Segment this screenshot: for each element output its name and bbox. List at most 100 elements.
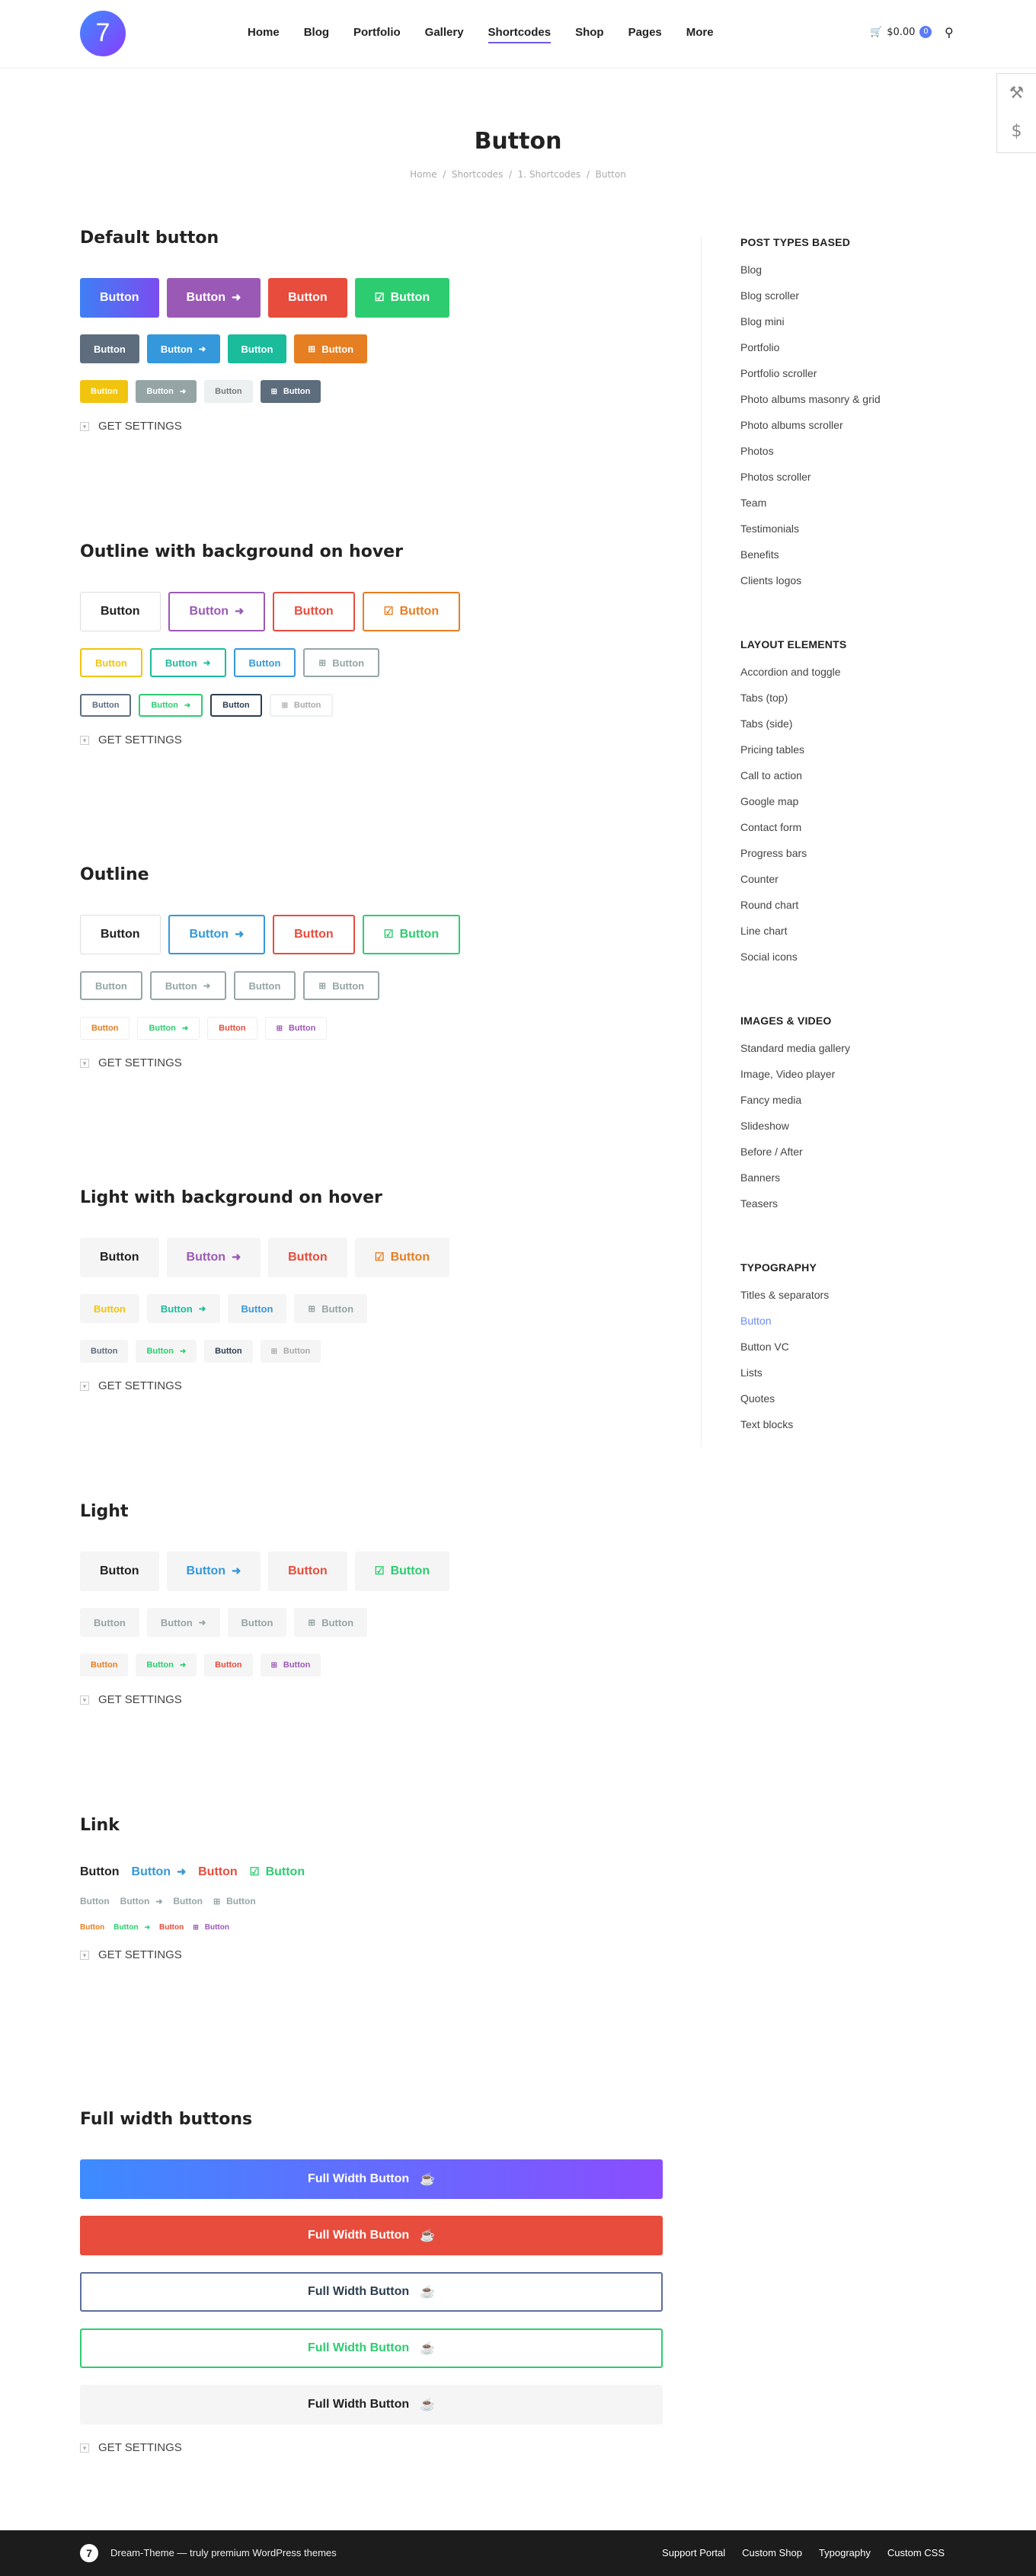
get-settings-toggle[interactable]: ▾ GET SETTINGS	[80, 1379, 667, 1392]
outline-button-medium-plain[interactable]: Button	[233, 971, 296, 1000]
sidebar-item[interactable]: Call to action	[740, 768, 969, 794]
default-button-small-light[interactable]: Button	[204, 380, 253, 403]
sidebar-item-active[interactable]: Button	[740, 1313, 969, 1339]
link-button[interactable]: Button	[80, 1865, 120, 1879]
sidebar-item[interactable]: Tabs (side)	[740, 716, 969, 742]
footer-link-support[interactable]: Support Portal	[662, 2547, 725, 2558]
sidebar-item[interactable]: Lists	[740, 1365, 969, 1391]
sidebar-item[interactable]: Fancy media	[740, 1092, 969, 1118]
link-button-medium-plus[interactable]: ⊞ Button	[213, 1896, 256, 1906]
sidebar-item[interactable]: Portfolio scroller	[740, 366, 969, 392]
outline-bg-button-arrow[interactable]: Button ➜	[168, 592, 266, 631]
light-bg-button-small-dark[interactable]: Button	[204, 1340, 253, 1363]
footer-link-custom-css[interactable]: Custom CSS	[887, 2547, 945, 2558]
link-button-arrow[interactable]: Button ➜	[132, 1865, 187, 1879]
sidebar-item[interactable]: Team	[740, 495, 969, 521]
outline-bg-button-small-arrow[interactable]: Button ➜	[139, 694, 203, 717]
outline-bg-button-small-plus[interactable]: ⊞ Button	[269, 694, 334, 717]
outline-button-small-arrow[interactable]: Button ➜	[137, 1017, 200, 1040]
outline-bg-button[interactable]: Button	[80, 592, 161, 631]
light-bg-button-small-plus[interactable]: ⊞ Button	[260, 1340, 321, 1363]
get-settings-toggle[interactable]: ▾ GET SETTINGS	[80, 1693, 667, 1706]
get-settings-toggle[interactable]: ▾ GET SETTINGS	[80, 733, 667, 746]
sidebar-item[interactable]: Line chart	[740, 923, 969, 949]
outline-button-small[interactable]: Button	[80, 1017, 130, 1040]
default-button-check[interactable]: ☑ Button	[354, 278, 450, 318]
sidebar-item[interactable]: Tabs (top)	[740, 690, 969, 716]
outline-button[interactable]: Button	[80, 915, 161, 954]
default-button[interactable]: Button	[80, 278, 159, 318]
light-bg-button-small[interactable]: Button	[80, 1340, 129, 1363]
light-bg-button-small-arrow[interactable]: Button ➜	[136, 1340, 197, 1363]
nav-item-blog[interactable]: Blog	[304, 26, 329, 43]
sidebar-item[interactable]: Pricing tables	[740, 742, 969, 768]
default-button-medium-arrow[interactable]: Button ➜	[146, 334, 220, 363]
sidebar-item[interactable]: Titles & separators	[740, 1287, 969, 1313]
sidebar-item[interactable]: Blog	[740, 262, 969, 288]
light-bg-button-medium-arrow[interactable]: Button ➜	[146, 1294, 220, 1323]
link-button-red[interactable]: Button	[198, 1865, 238, 1879]
light-bg-button-medium-plus[interactable]: ⊞ Button	[294, 1294, 368, 1323]
sidebar-item[interactable]: Photo albums masonry & grid	[740, 392, 969, 417]
nav-item-more[interactable]: More	[686, 26, 714, 43]
outline-button-small-plus[interactable]: ⊞ Button	[264, 1017, 328, 1040]
sidebar-item[interactable]: Before / After	[740, 1144, 969, 1170]
outline-bg-button-medium-plus[interactable]: ⊞ Button	[303, 648, 380, 677]
outline-button-medium-plus[interactable]: ⊞ Button	[303, 971, 380, 1000]
outline-bg-button-medium-arrow[interactable]: Button ➜	[149, 648, 226, 677]
get-settings-toggle[interactable]: ▾ GET SETTINGS	[80, 1056, 667, 1069]
outline-button-medium-arrow[interactable]: Button ➜	[149, 971, 226, 1000]
full-width-button-green-outline[interactable]: Full Width Button ☕	[80, 2328, 663, 2368]
light-bg-button-medium-blue[interactable]: Button	[227, 1294, 287, 1323]
full-width-button-outline[interactable]: Full Width Button ☕	[80, 2272, 663, 2312]
footer-link-typography[interactable]: Typography	[819, 2547, 871, 2558]
sidebar-item[interactable]: Contact form	[740, 820, 969, 845]
light-button-arrow[interactable]: Button ➜	[166, 1552, 261, 1591]
light-bg-button-arrow[interactable]: Button ➜	[166, 1238, 261, 1277]
default-button-arrow[interactable]: Button ➜	[166, 278, 261, 318]
light-button-medium-arrow[interactable]: Button ➜	[146, 1608, 220, 1637]
link-button-medium-plain[interactable]: Button	[173, 1896, 203, 1906]
tools-icon[interactable]: ⚒	[997, 74, 1036, 112]
default-button-small[interactable]: Button	[80, 380, 129, 403]
nav-item-pages[interactable]: Pages	[628, 26, 662, 43]
breadcrumb-home[interactable]: Home	[410, 169, 436, 180]
sidebar-item[interactable]: Google map	[740, 794, 969, 820]
default-button-medium-plus[interactable]: ⊞ Button	[294, 334, 368, 363]
outline-bg-button-small[interactable]: Button	[80, 694, 132, 717]
sidebar-item[interactable]: Button VC	[740, 1339, 969, 1365]
sidebar-item[interactable]: Benefits	[740, 547, 969, 573]
get-settings-toggle[interactable]: ▾ GET SETTINGS	[80, 1948, 667, 1961]
sidebar-item[interactable]: Teasers	[740, 1196, 969, 1222]
site-logo[interactable]: 7	[80, 11, 126, 56]
outline-bg-button-medium-blue[interactable]: Button	[233, 648, 296, 677]
default-button-medium[interactable]: Button	[80, 334, 139, 363]
link-button-small-plus[interactable]: ⊞ Button	[193, 1923, 229, 1932]
outline-button-small-red[interactable]: Button	[207, 1017, 257, 1040]
footer-link-custom-shop[interactable]: Custom Shop	[742, 2547, 802, 2558]
sidebar-item[interactable]: Accordion and toggle	[740, 664, 969, 690]
link-button-medium[interactable]: Button	[80, 1896, 110, 1906]
outline-bg-button-small-dark[interactable]: Button	[210, 694, 262, 717]
light-button-medium-plus[interactable]: ⊞ Button	[294, 1608, 368, 1637]
sidebar-item[interactable]: Image, Video player	[740, 1066, 969, 1092]
breadcrumb-shortcodes-1[interactable]: 1. Shortcodes	[518, 169, 581, 180]
sidebar-item[interactable]: Portfolio	[740, 340, 969, 366]
outline-button-medium[interactable]: Button	[80, 971, 142, 1000]
full-width-button-light[interactable]: Full Width Button ☕	[80, 2385, 663, 2424]
sidebar-item[interactable]: Standard media gallery	[740, 1040, 969, 1066]
sidebar-item[interactable]: Blog scroller	[740, 288, 969, 314]
link-button-medium-arrow[interactable]: Button ➜	[120, 1896, 163, 1906]
sidebar-item[interactable]: Testimonials	[740, 521, 969, 547]
link-button-check[interactable]: ☑ Button	[250, 1865, 305, 1879]
sidebar-item[interactable]: Text blocks	[740, 1417, 969, 1443]
sidebar-item[interactable]: Quotes	[740, 1391, 969, 1417]
sidebar-item[interactable]: Banners	[740, 1170, 969, 1196]
light-button[interactable]: Button	[80, 1552, 159, 1591]
light-button-red[interactable]: Button	[268, 1552, 347, 1591]
search-icon[interactable]: ⚲	[945, 25, 954, 40]
outline-button-check[interactable]: ☑ Button	[362, 915, 461, 954]
sidebar-item[interactable]: Round chart	[740, 897, 969, 923]
nav-item-home[interactable]: Home	[248, 26, 280, 43]
light-button-small[interactable]: Button	[80, 1654, 129, 1676]
